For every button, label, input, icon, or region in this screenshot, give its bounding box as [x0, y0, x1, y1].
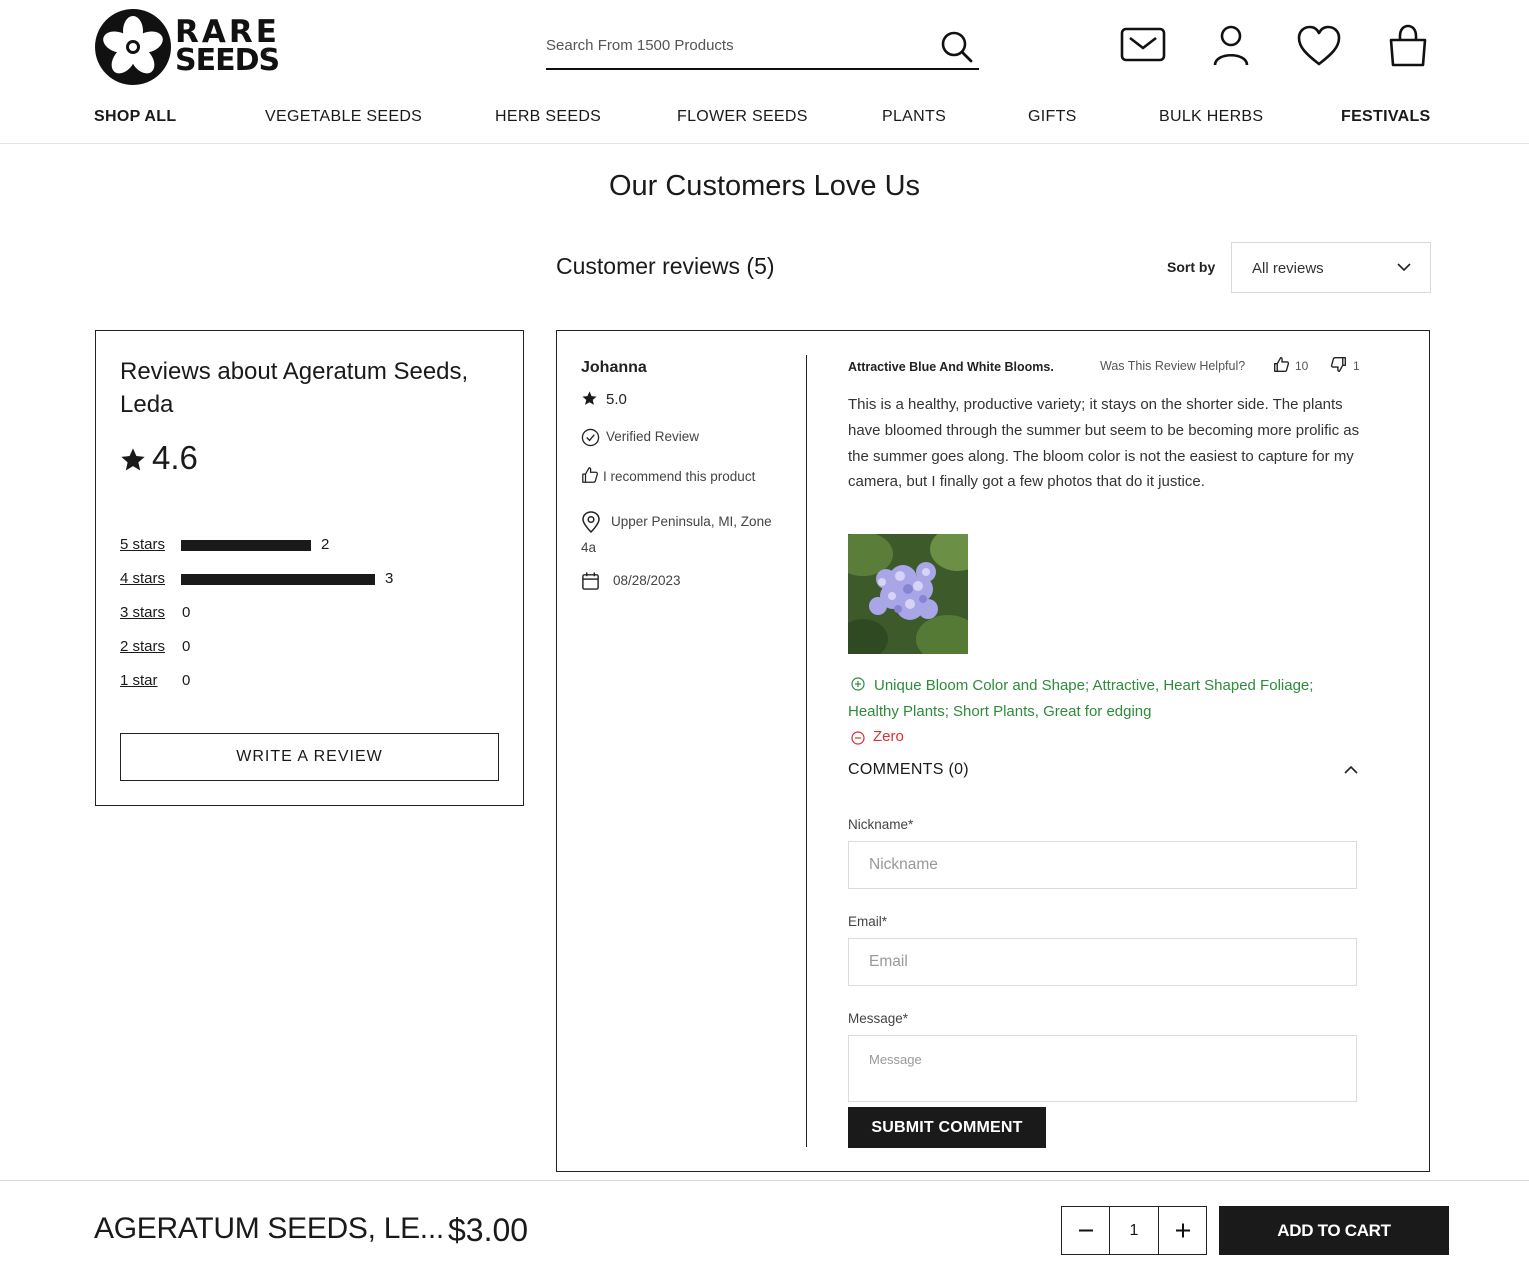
submit-comment-button[interactable]: SUBMIT COMMENT	[848, 1107, 1046, 1148]
verified-review: Verified Review	[581, 428, 700, 447]
calendar-icon	[582, 572, 599, 590]
bag-icon[interactable]	[1385, 24, 1431, 68]
nav-shop-all[interactable]: SHOP ALL	[94, 108, 176, 126]
column-divider	[806, 355, 807, 1147]
product-name: AGERATUM SEEDS, LE...	[94, 1212, 444, 1245]
message-label: Message*	[848, 1011, 909, 1026]
review-author: Johanna	[581, 359, 647, 376]
review-pros: Unique Bloom Color and Shape; Attractive…	[848, 677, 1314, 720]
location-pin-icon	[582, 511, 600, 533]
star-icon	[121, 448, 145, 471]
location-text: Upper Peninsula, MI, Zone 4a	[581, 514, 772, 555]
review-rating: 5.0	[581, 391, 627, 408]
thumbs-up-icon[interactable]	[1273, 356, 1290, 373]
nav-divider	[0, 143, 1529, 144]
review-rating-value: 5.0	[606, 391, 627, 408]
product-price: $3.00	[448, 1212, 529, 1248]
ageratum-flower-image	[848, 534, 968, 654]
rating-bar	[181, 574, 375, 585]
rating-summary: Reviews about Ageratum Seeds, Leda 4.6 5…	[95, 330, 524, 806]
helpful-label: Was This Review Helpful?	[1100, 359, 1246, 373]
nav-bulk-herbs[interactable]: BULK HERBS	[1159, 108, 1263, 126]
add-to-cart-button[interactable]: ADD TO CART	[1219, 1206, 1449, 1255]
thumbs-down-icon[interactable]	[1330, 356, 1347, 373]
review-card: Johanna 5.0 Verified Review I recommend …	[556, 330, 1430, 1172]
nav-gifts[interactable]: GIFTS	[1028, 108, 1077, 126]
rating-row[interactable]: 5 stars 2	[120, 533, 500, 555]
sort-label: Sort by	[1167, 259, 1216, 275]
check-circle-icon	[581, 428, 600, 447]
quantity-input[interactable]: 1	[1110, 1207, 1158, 1254]
rating-row-label[interactable]: 4 stars	[120, 570, 165, 587]
review-title: Attractive Blue And White Blooms.	[848, 360, 1054, 374]
decrease-quantity-button[interactable]	[1062, 1207, 1110, 1254]
rating-bar	[181, 540, 311, 551]
email-field[interactable]	[848, 938, 1357, 986]
rating-row-count: 3	[385, 570, 394, 587]
review-cons: Zero	[873, 728, 904, 745]
review-body: This is a healthy, productive variety; i…	[848, 396, 1360, 491]
chevron-down-icon	[1397, 263, 1411, 272]
quantity-stepper: 1	[1061, 1206, 1207, 1255]
nav-plants[interactable]: PLANTS	[882, 108, 946, 126]
review-photo[interactable]	[848, 534, 968, 654]
helpful-up-count: 10	[1295, 359, 1309, 373]
rating-row-count: 0	[182, 604, 191, 621]
rating-row[interactable]: 3 stars 0	[120, 601, 500, 623]
review-date: 08/28/2023	[581, 572, 681, 590]
sticky-cart-bar: AGERATUM SEEDS, LE... $3.00 1 ADD TO CAR…	[0, 1180, 1529, 1279]
rating-row-label[interactable]: 2 stars	[120, 638, 165, 655]
search-icon[interactable]	[939, 29, 975, 65]
registered-mark: ®	[262, 47, 269, 57]
search-bar[interactable]: Search From 1500 Products	[546, 28, 979, 70]
search-input[interactable]: Search From 1500 Products	[546, 37, 734, 54]
helpful-down-count: 1	[1353, 359, 1360, 373]
nav-festivals[interactable]: FESTIVALS	[1341, 108, 1431, 126]
sort-select[interactable]: All reviews	[1231, 242, 1431, 293]
minus-circle-icon	[851, 731, 865, 745]
nav-flower-seeds[interactable]: FLOWER SEEDS	[677, 108, 808, 126]
user-icon[interactable]	[1210, 24, 1252, 68]
rating-row-count: 0	[182, 638, 191, 655]
rare-seeds-logo[interactable]: RARE SEEDS ®	[95, 9, 280, 85]
increase-quantity-button[interactable]	[1158, 1207, 1206, 1254]
rating-row[interactable]: 2 stars 0	[120, 635, 500, 657]
write-review-button[interactable]: WRITE A REVIEW	[120, 733, 499, 781]
thumbs-up-icon	[582, 467, 598, 483]
rating-row-label[interactable]: 1 star	[120, 672, 158, 689]
chevron-up-icon[interactable]	[1343, 764, 1359, 776]
star-icon	[582, 391, 597, 405]
nav-herb-seeds[interactable]: HERB SEEDS	[495, 108, 601, 126]
recommend-label: I recommend this product	[603, 469, 756, 484]
reviews-heading: Customer reviews (5)	[556, 253, 775, 279]
nav-vegetable-seeds[interactable]: VEGETABLE SEEDS	[265, 108, 422, 126]
recommend-product: I recommend this product	[581, 467, 756, 484]
section-title: Our Customers Love Us	[608, 170, 921, 202]
sort-selected-value: All reviews	[1252, 260, 1324, 277]
nickname-label: Nickname*	[848, 817, 914, 832]
main-nav: SHOP ALL VEGETABLE SEEDS HERB SEEDS FLOW…	[94, 108, 1430, 130]
flower-logo-icon	[95, 9, 171, 85]
plus-icon	[1176, 1223, 1190, 1238]
summary-title: Reviews about Ageratum Seeds, Leda	[120, 358, 469, 418]
nickname-field[interactable]	[848, 841, 1357, 889]
email-label: Email*	[848, 914, 888, 929]
minus-icon	[1079, 1229, 1093, 1232]
rating-row-count: 0	[182, 672, 191, 689]
rating-row[interactable]: 1 star 0	[120, 669, 500, 691]
heart-icon[interactable]	[1296, 24, 1342, 68]
rating-row-label[interactable]: 5 stars	[120, 536, 165, 553]
comments-toggle[interactable]: COMMENTS (0)	[848, 761, 969, 779]
review-location: Upper Peninsula, MI, Zone 4a	[581, 509, 781, 561]
average-rating: 4.6	[152, 439, 198, 476]
rating-row[interactable]: 4 stars 3	[120, 567, 500, 589]
rating-row-label[interactable]: 3 stars	[120, 604, 165, 621]
mail-icon[interactable]	[1120, 24, 1166, 64]
date-text: 08/28/2023	[613, 573, 681, 588]
verified-label: Verified Review	[606, 429, 700, 444]
rating-row-count: 2	[321, 536, 330, 553]
message-field[interactable]	[848, 1035, 1357, 1102]
